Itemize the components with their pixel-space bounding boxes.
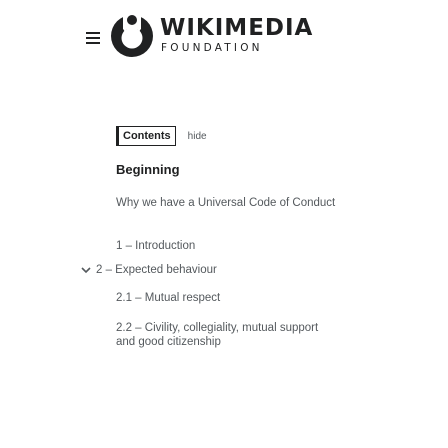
toc-header: Contents hide — [116, 126, 207, 146]
hamburger-menu-icon — [86, 32, 100, 34]
toc-item-civility[interactable]: 2.2 – Civility, collegiality, mutual sup… — [116, 321, 326, 349]
toc-item-introduction[interactable]: 1 – Introduction — [116, 239, 336, 253]
toc-item-why-code[interactable]: Why we have a Universal Code of Conduct — [116, 196, 346, 210]
chevron-down-icon[interactable] — [80, 264, 92, 276]
hamburger-menu-icon — [86, 37, 100, 39]
page: WIKIMEDIA FOUNDATION Contents hide Begin… — [0, 0, 448, 448]
logo-text: WIKIMEDIA — [160, 15, 314, 41]
hide-toggle[interactable]: hide — [188, 131, 207, 142]
toc-item-mutual-respect[interactable]: 2.1 – Mutual respect — [116, 291, 346, 305]
logo-subtext: FOUNDATION — [161, 42, 263, 54]
wikimedia-logo-icon[interactable] — [108, 12, 156, 60]
contents-title: Contents — [116, 126, 176, 146]
toc-item-beginning[interactable]: Beginning — [116, 163, 336, 177]
menu-button[interactable] — [84, 28, 104, 46]
toc-item-expected-behaviour[interactable]: 2 – Expected behaviour — [96, 263, 356, 277]
site-header: WIKIMEDIA FOUNDATION — [0, 0, 448, 80]
hamburger-menu-icon — [86, 42, 100, 44]
